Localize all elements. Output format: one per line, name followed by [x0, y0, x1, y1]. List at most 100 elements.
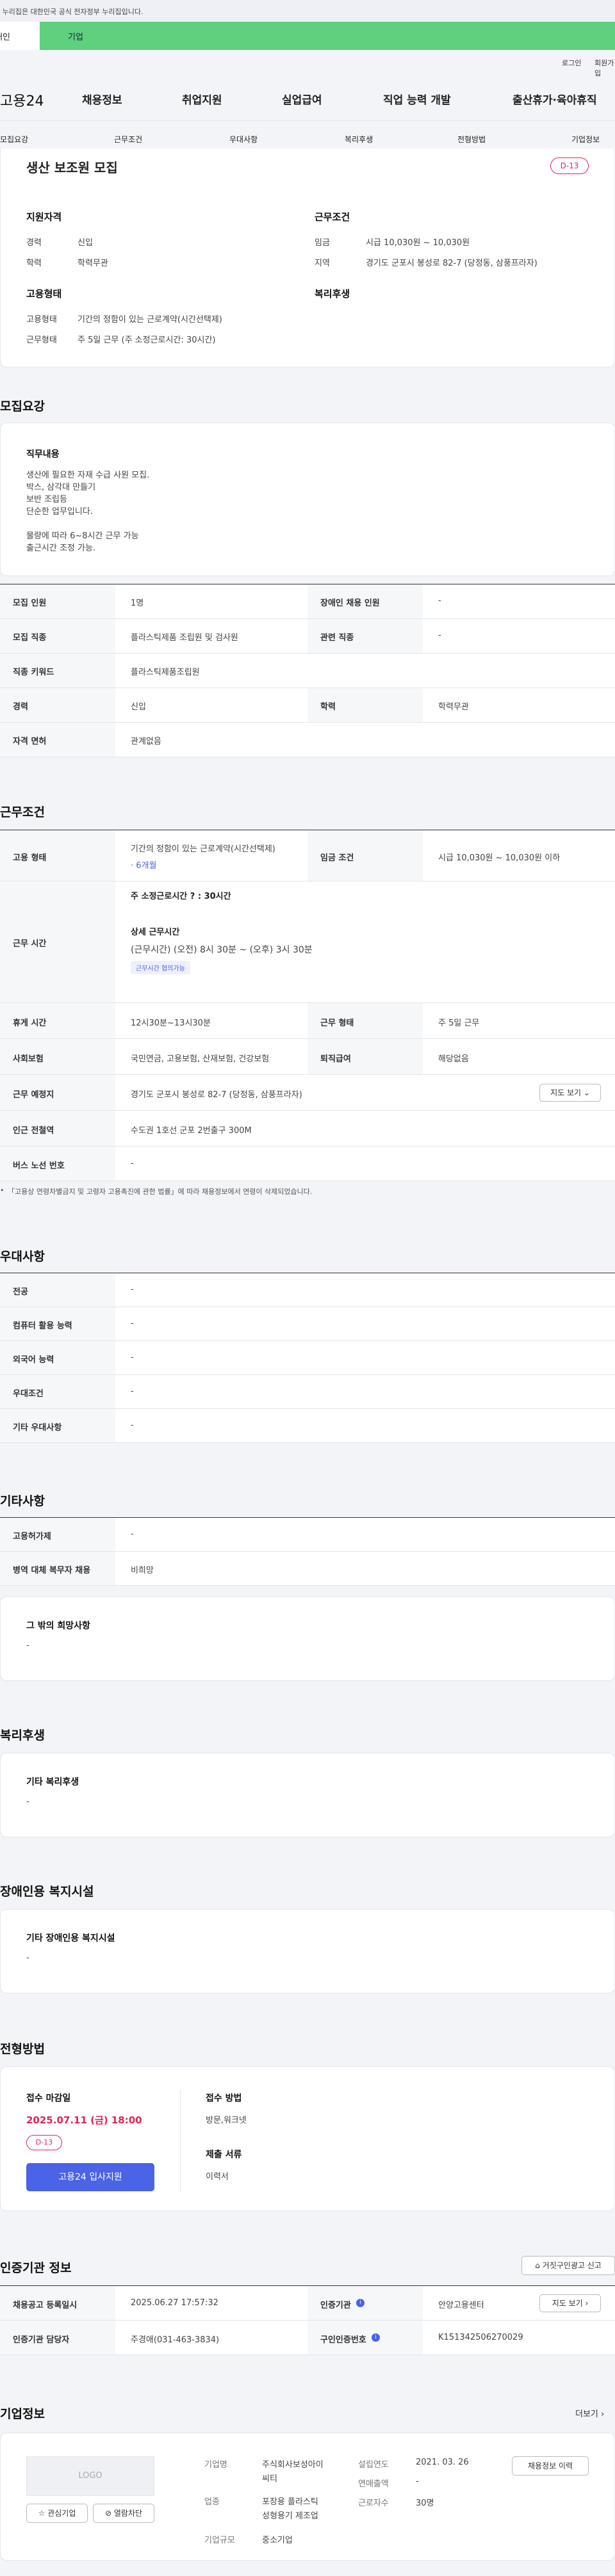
tab-company[interactable]: 기업: [40, 22, 615, 50]
mainnav-item[interactable]: 실업급여: [282, 91, 322, 107]
conditions-table: 고용 형태 기간의 정함이 있는 근로계약(시간선택제) · 6개월 임금 조건…: [0, 830, 615, 1181]
table-row: 컴퓨터 활용 능력 -: [0, 1307, 615, 1341]
subnav-item[interactable]: 전형방법: [457, 134, 486, 145]
table-row: 근무 시간 주 소정근로시간 ? : 30시간 상세 근무시간 (근무시간) (…: [0, 881, 615, 1003]
cond-title: 근무조건: [315, 211, 350, 223]
disab-sub: 기타 장애인용 복지시설: [26, 1933, 115, 1944]
emptype-value: 기간의 정함이 있는 근로계약(시간선택제): [78, 315, 222, 325]
related-value: -: [438, 631, 441, 640]
org-key: 인증기관: [320, 2301, 351, 2310]
table-row: 버스 노선 번호 -: [0, 1147, 615, 1181]
company-emp-value: 30명: [416, 2499, 434, 2508]
pref-value: -: [131, 1387, 134, 1396]
emp-period: · 6개월: [131, 861, 157, 871]
career-value: 신입: [78, 238, 93, 248]
mainnav-item[interactable]: 채용정보: [82, 91, 122, 107]
report-button[interactable]: ⌂ 거짓구인광고 신고: [521, 2256, 615, 2275]
job-summary-card: 생산 보조원 모집 D-13 지원자격 경력 신입 학력 학력무관 근무조건 임…: [0, 149, 615, 367]
org-map-button[interactable]: 지도 보기 ›: [539, 2294, 601, 2312]
duty-line: 단순한 업무입니다.: [26, 507, 93, 517]
break-value: 12시30분~13시30분: [131, 1018, 211, 1028]
reg-value: 2025.06.27 17:57:32: [131, 2298, 218, 2308]
info-icon[interactable]: i: [356, 2299, 365, 2307]
table-row: 경력 신입 학력 학력무관: [0, 688, 615, 723]
bus-key: 버스 노선 번호: [13, 1161, 65, 1171]
top-tabs: 개인 기업: [0, 22, 615, 50]
pref-value: -: [131, 1353, 134, 1362]
star-icon: ☆: [38, 2509, 45, 2518]
section-title-recruit: 모집요강: [0, 399, 45, 414]
megaphone-icon: ⌂: [535, 2261, 540, 2270]
emp-value: 기간의 정함이 있는 근로계약(시간선택제): [131, 844, 275, 854]
block-view-button[interactable]: ⊘ 열람차단: [93, 2504, 154, 2523]
subnav-item[interactable]: 복리후생: [345, 134, 373, 145]
wage-label: 임금: [315, 238, 330, 248]
duty-line: 생산에 필요한 자재 수급 사원 모집.: [26, 471, 150, 480]
login-link[interactable]: 로그인: [562, 58, 581, 68]
keyword-value: 플라스틱제품조립원: [131, 668, 200, 677]
docs-value: 이력서: [206, 2172, 229, 2182]
map-button[interactable]: 지도 보기 ⌄: [539, 1084, 601, 1102]
mainnav-item[interactable]: 출산휴가·육아휴직: [512, 91, 597, 107]
signup-link[interactable]: 회원가입: [594, 58, 615, 78]
related-key: 관련 직종: [320, 633, 354, 643]
form-value: 주 5일 근무: [438, 1018, 480, 1028]
info-icon[interactable]: i: [372, 2333, 380, 2342]
subnav-item[interactable]: 기업정보: [571, 134, 600, 145]
table-row: 자격 면허 관계없음: [0, 723, 615, 757]
welfare-value: -: [26, 1797, 29, 1807]
headcount-key: 모집 인원: [13, 599, 47, 608]
edu-label: 학력: [26, 259, 42, 268]
map-button-label: 지도 보기: [550, 1088, 582, 1097]
jobtype-key: 모집 직종: [13, 633, 47, 643]
method-value: 방문,워크넷: [206, 2116, 247, 2125]
duty-line: 물량에 따라 6~8시간 근무 가능: [26, 531, 139, 541]
site-logo[interactable]: 고용24: [0, 90, 44, 110]
duty-title: 직무내용: [26, 449, 60, 460]
mainnav-item[interactable]: 직업 능력 개발: [383, 91, 451, 107]
company-more-label: 더보기: [575, 2410, 598, 2419]
welfare-sub: 기타 복리후생: [26, 1777, 79, 1787]
disab-card: 기타 장애인용 복지시설 -: [0, 1909, 615, 1993]
interest-label: 관심기업: [47, 2509, 76, 2518]
wage-key: 임금 조건: [320, 853, 354, 863]
company-biz-key: 업종: [204, 2497, 220, 2507]
interest-company-button[interactable]: ☆ 관심기업: [26, 2504, 88, 2523]
other-wish-card: 그 밖의 희망사항 -: [0, 1597, 615, 1681]
section-title-process: 전형방법: [0, 2042, 45, 2056]
tab-individual-label: 개인: [0, 33, 10, 42]
section-title-welfare: 복리후생: [0, 1728, 45, 1743]
detail-hours: (근무시간) (오전) 8시 30분 ~ (오후) 3시 30분: [131, 945, 313, 955]
subnav-item[interactable]: 모집요강: [0, 134, 28, 145]
cert-table: 채용공고 등록일시 2025.06.27 17:57:32 인증기관 i 안양고…: [0, 2285, 615, 2355]
table-row: 휴게 시간 12시30분~13시30분 근무 형태 주 5일 근무: [0, 1003, 615, 1039]
table-row: 모집 인원 1명 장애인 채용 인원 -: [0, 584, 615, 619]
disab-value: -: [26, 1953, 29, 1963]
job-title: 생산 보조원 모집: [26, 160, 118, 175]
table-row: 인증기관 담당자 주경애(031-463-3834) 구인인증번호 i K151…: [0, 2321, 615, 2355]
tab-individual[interactable]: 개인: [0, 22, 40, 50]
edu-cell: 학력무관: [438, 702, 469, 712]
table-row: 직종 키워드 플라스틱제품조립원: [0, 654, 615, 688]
time-key: 근무 시간: [13, 939, 47, 949]
duty-line: 보반 조립등: [26, 495, 67, 504]
break-key: 휴게 시간: [13, 1018, 47, 1028]
retire-value: 해당없음: [438, 1054, 469, 1064]
company-est-value: 2021. 03. 26: [416, 2458, 469, 2467]
block-icon: ⊘: [104, 2509, 112, 2518]
subnav-item[interactable]: 우대사항: [229, 134, 258, 145]
mainnav-item[interactable]: 취업지원: [182, 91, 222, 107]
company-size-value: 중소기업: [262, 2536, 293, 2545]
table-row: 고용허가제 -: [0, 1518, 615, 1552]
report-button-label: 거짓구인광고 신고: [542, 2261, 602, 2270]
company-more-link[interactable]: 더보기 ›: [575, 2407, 604, 2419]
apply-button[interactable]: 고용24 입사지원: [26, 2163, 154, 2191]
job-history-button[interactable]: 채용정보 이력: [512, 2456, 589, 2475]
disabled-value: -: [438, 596, 441, 606]
table-row: 사회보험 국민연금, 고용보험, 산재보험, 건강보험 퇴직급여 해당없음: [0, 1039, 615, 1075]
bus-value: -: [131, 1159, 134, 1168]
edu-value: 학력무관: [78, 259, 108, 268]
pref-key: 외국어 능력: [13, 1355, 54, 1365]
subnav-item[interactable]: 근무조건: [114, 134, 142, 145]
duty-text: 생산에 필요한 자재 수급 사원 모집. 박스, 삼각대 만들기 보반 조립등 …: [26, 469, 149, 554]
